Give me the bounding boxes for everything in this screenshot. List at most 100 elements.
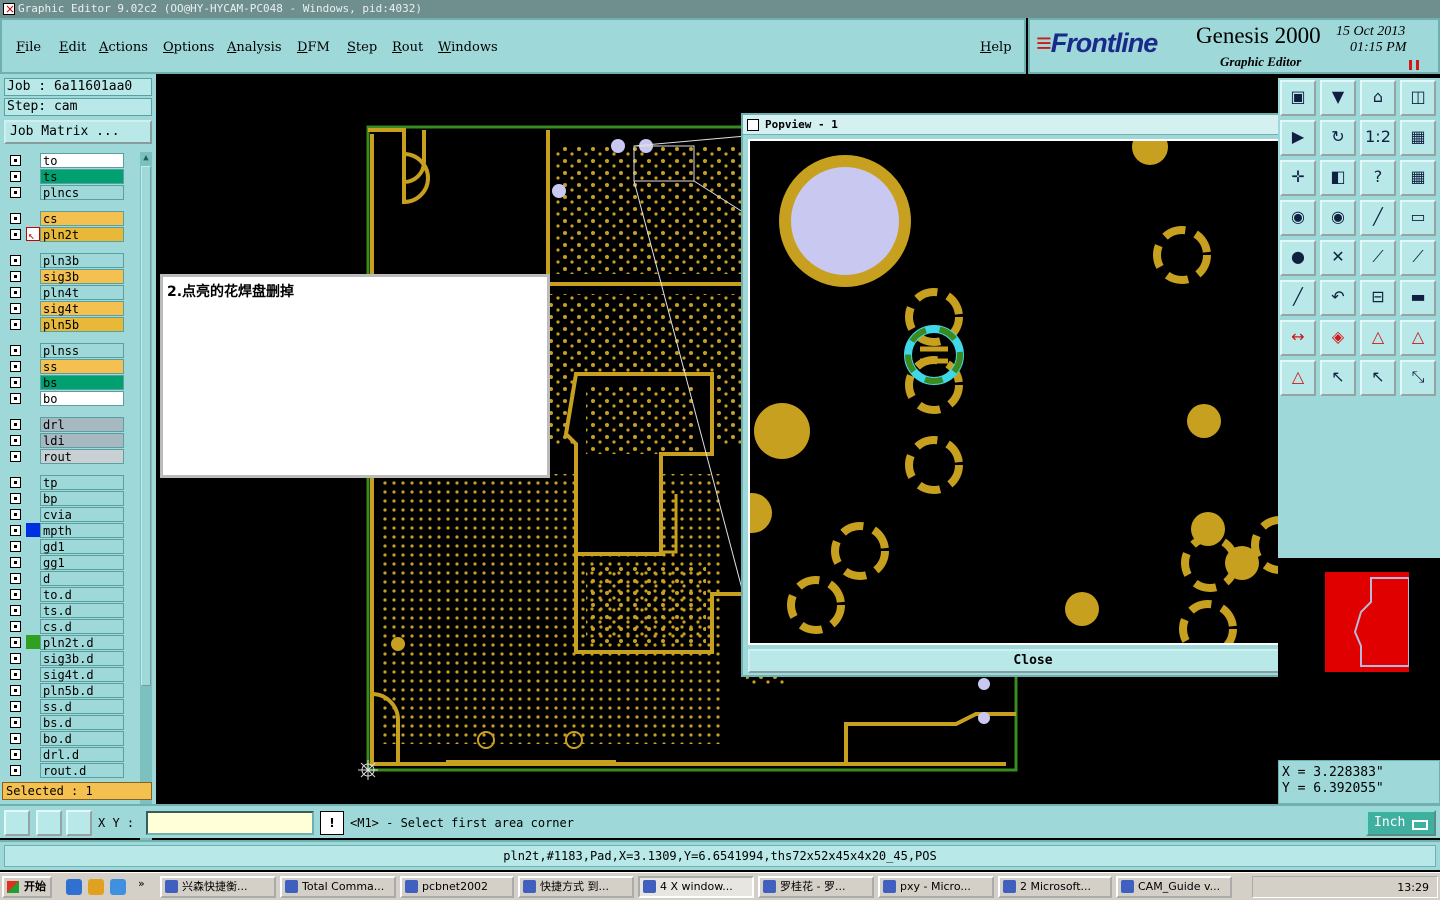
task-2[interactable]: pcbnet2002 [400,876,514,898]
ruler-icon[interactable]: ▭ [1400,200,1436,236]
help-icon[interactable]: ? [1360,160,1396,196]
zoom-1to1-icon[interactable]: 1:2 [1360,120,1396,156]
split-view-icon[interactable]: ◫ [1400,80,1436,116]
text-icon[interactable]: ⊟ [1360,280,1396,316]
triangle-red-icon[interactable]: △ [1280,360,1316,396]
layer-checkbox[interactable] [10,733,21,744]
more-chevron-icon[interactable]: » [138,877,145,890]
layer-checkbox[interactable] [10,229,21,240]
task-3[interactable]: 快捷方式 到... [518,876,634,898]
route-icon[interactable]: ⤡ [1400,360,1436,396]
layer-row[interactable]: to.d [4,586,126,602]
job-matrix-button[interactable]: Job Matrix ... [4,120,152,144]
layer-checkbox[interactable] [10,621,21,632]
layer-checkbox[interactable] [10,213,21,224]
popview-canvas[interactable] [748,139,1284,645]
layer-checkbox[interactable] [10,605,21,616]
grid-toggle-icon[interactable]: ▦ [1400,160,1436,196]
center-icon[interactable]: ✛ [1280,160,1316,196]
measure-icon[interactable] [36,810,62,836]
triangle-icon[interactable]: △ [1360,320,1396,356]
redraw-icon[interactable]: ↻ [1320,120,1356,156]
layer-checkbox[interactable] [10,171,21,182]
layer-checkbox[interactable] [10,271,21,282]
pointer-alt-icon[interactable]: ↖ [1360,360,1396,396]
menu-dfm[interactable]: DFM [297,40,330,55]
task-5[interactable]: 罗桂花 - 罗... [758,876,874,898]
layer-row[interactable]: ts [4,168,126,184]
layer-row[interactable]: cs.d [4,618,126,634]
layer-row[interactable]: sig4t [4,300,126,316]
line-style-icon[interactable]: ╱ [1360,200,1396,236]
layer-row[interactable]: pln4t [4,284,126,300]
layer-checkbox[interactable] [10,287,21,298]
task-1[interactable]: Total Comma... [280,876,396,898]
arc-icon[interactable]: ↶ [1320,280,1356,316]
layer-row[interactable]: rout.d [4,762,126,778]
layer-checkbox[interactable] [10,345,21,356]
layer-list-scrollbar[interactable]: ▲ ▼ [140,152,152,852]
layer-row[interactable]: tp [4,474,126,490]
layer-row[interactable]: ts.d [4,602,126,618]
grid-icon[interactable] [66,810,92,836]
layer-checkbox[interactable] [10,493,21,504]
layer-row[interactable]: ↖ pln2t [4,226,126,242]
layer-row[interactable]: drl.d [4,746,126,762]
xy-input[interactable] [146,811,314,835]
menu-options[interactable]: Options [163,40,214,55]
layer-checkbox[interactable] [10,303,21,314]
layer-checkbox[interactable] [10,525,21,536]
layer-row[interactable]: pln2t.d [4,634,126,650]
unit-selector[interactable]: Inch [1366,810,1436,836]
layer-checkbox[interactable] [10,451,21,462]
shapes-icon[interactable]: ◈ [1320,320,1356,356]
task-0[interactable]: 兴森快捷衡... [160,876,276,898]
layer-row[interactable]: gd1 [4,538,126,554]
layer-checkbox[interactable] [10,435,21,446]
pointer-icon[interactable]: ↖ [1320,360,1356,396]
layer-row[interactable]: cs [4,210,126,226]
layer-row[interactable]: bo [4,390,126,406]
layer-checkbox[interactable] [10,155,21,166]
start-button[interactable]: 开始 [2,876,52,898]
layer-checkbox[interactable] [10,717,21,728]
warning-icon[interactable]: ! [320,811,344,835]
layer-checkbox[interactable] [10,765,21,776]
layer-row[interactable]: ss.d [4,698,126,714]
menu-edit[interactable]: Edit [59,40,86,55]
zoom-window-icon[interactable]: ▼ [1320,80,1356,116]
snap-icon[interactable] [4,810,30,836]
popview-close-button[interactable]: Close [748,649,1318,673]
layer-row[interactable]: pln5b.d [4,682,126,698]
overview-map[interactable] [1325,572,1410,672]
menu-rout[interactable]: Rout [392,40,423,55]
scroll-up-icon[interactable]: ▲ [140,152,152,164]
layer-row[interactable]: ldi [4,432,126,448]
layer-checkbox[interactable] [10,509,21,520]
connect-icon[interactable]: ⟋ [1360,240,1396,276]
scale-icon[interactable]: ◧ [1320,160,1356,196]
snap-grid-icon[interactable]: ▦ [1400,120,1436,156]
layer-row[interactable]: plnss [4,342,126,358]
select-pad-icon[interactable]: ◉ [1280,200,1316,236]
menu-help[interactable]: Help [980,40,1012,55]
layer-row[interactable]: bs.d [4,714,126,730]
layer-checkbox[interactable] [10,393,21,404]
layer-checkbox[interactable] [10,685,21,696]
layer-checkbox[interactable] [10,653,21,664]
triangle-alt-icon[interactable]: △ [1400,320,1436,356]
pad-icon[interactable]: ● [1280,240,1316,276]
desktop-icon[interactable] [110,879,126,895]
line-icon[interactable]: ▬ [1400,280,1436,316]
layer-row[interactable]: bs [4,374,126,390]
task-7[interactable]: 2 Microsoft... [998,876,1112,898]
layer-row[interactable]: plncs [4,184,126,200]
layer-checkbox[interactable] [10,361,21,372]
task-8[interactable]: CAM_Guide v... [1116,876,1232,898]
layer-checkbox[interactable] [10,377,21,388]
layer-checkbox[interactable] [10,541,21,552]
layer-checkbox[interactable] [10,255,21,266]
layer-checkbox[interactable] [10,637,21,648]
zoom-home-icon[interactable]: ▣ [1280,80,1316,116]
cross-icon[interactable]: ✕ [1320,240,1356,276]
